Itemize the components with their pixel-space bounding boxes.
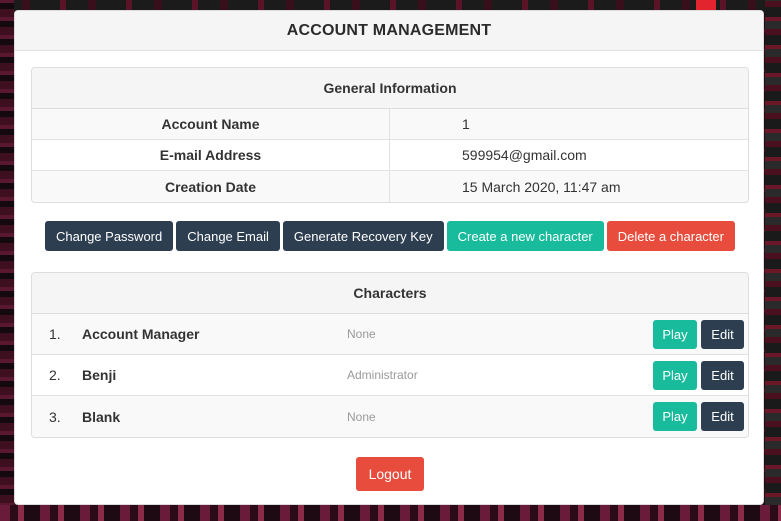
character-actions: Play Edit xyxy=(653,361,744,390)
info-value: 599954@gmail.com xyxy=(462,147,587,163)
character-row: 3. Blank None Play Edit xyxy=(32,396,748,437)
panel-header: ACCOUNT MANAGEMENT xyxy=(15,11,763,51)
info-key: E-mail Address xyxy=(32,140,390,170)
character-actions: Play Edit xyxy=(653,402,744,431)
info-row-creation-date: Creation Date 15 March 2020, 11:47 am xyxy=(32,171,748,202)
general-information-heading: General Information xyxy=(32,68,748,109)
play-button[interactable]: Play xyxy=(653,402,697,431)
create-character-button[interactable]: Create a new character xyxy=(446,221,604,251)
change-password-button[interactable]: Change Password xyxy=(45,221,174,251)
character-name: Blank xyxy=(82,408,121,425)
characters-heading: Characters xyxy=(32,273,748,314)
character-role: Administrator xyxy=(347,368,418,382)
background-bottom-strip xyxy=(0,505,781,521)
generate-recovery-key-button[interactable]: Generate Recovery Key xyxy=(282,221,444,251)
character-role: None xyxy=(347,409,376,424)
general-information-box: General Information Account Name 1 E-mai… xyxy=(31,67,749,203)
play-button[interactable]: Play xyxy=(653,320,697,349)
character-row: 2. Benji Administrator Play Edit xyxy=(32,355,748,396)
edit-button[interactable]: Edit xyxy=(701,361,744,390)
info-row-account-name: Account Name 1 xyxy=(32,109,748,140)
info-value: 1 xyxy=(462,116,470,132)
character-role: None xyxy=(347,327,376,341)
edit-button[interactable]: Edit xyxy=(701,402,744,431)
character-number: 1. xyxy=(49,326,61,342)
background-left-strip xyxy=(0,0,14,521)
character-number: 2. xyxy=(49,367,61,383)
edit-button[interactable]: Edit xyxy=(701,320,744,349)
character-name: Account Manager xyxy=(82,326,200,342)
character-number: 3. xyxy=(49,408,61,425)
play-button[interactable]: Play xyxy=(653,361,697,390)
change-email-button[interactable]: Change Email xyxy=(176,221,280,251)
account-management-panel: ACCOUNT MANAGEMENT General Information A… xyxy=(14,10,764,505)
delete-character-button[interactable]: Delete a character xyxy=(606,221,735,251)
info-value: 15 March 2020, 11:47 am xyxy=(462,178,621,195)
character-row: 1. Account Manager None Play Edit xyxy=(32,314,748,355)
info-row-email: E-mail Address 599954@gmail.com xyxy=(32,140,748,171)
character-name: Benji xyxy=(82,367,117,383)
background-right-strip xyxy=(765,0,781,521)
character-actions: Play Edit xyxy=(653,320,744,349)
logout-wrap: Logout xyxy=(15,457,763,491)
account-actions: Change Password Change Email Generate Re… xyxy=(15,221,763,251)
characters-box: Characters 1. Account Manager None Play … xyxy=(31,272,749,438)
logout-button[interactable]: Logout xyxy=(355,457,425,491)
info-key: Creation Date xyxy=(32,171,390,202)
page-title: ACCOUNT MANAGEMENT xyxy=(286,21,492,39)
info-key: Account Name xyxy=(32,109,390,139)
